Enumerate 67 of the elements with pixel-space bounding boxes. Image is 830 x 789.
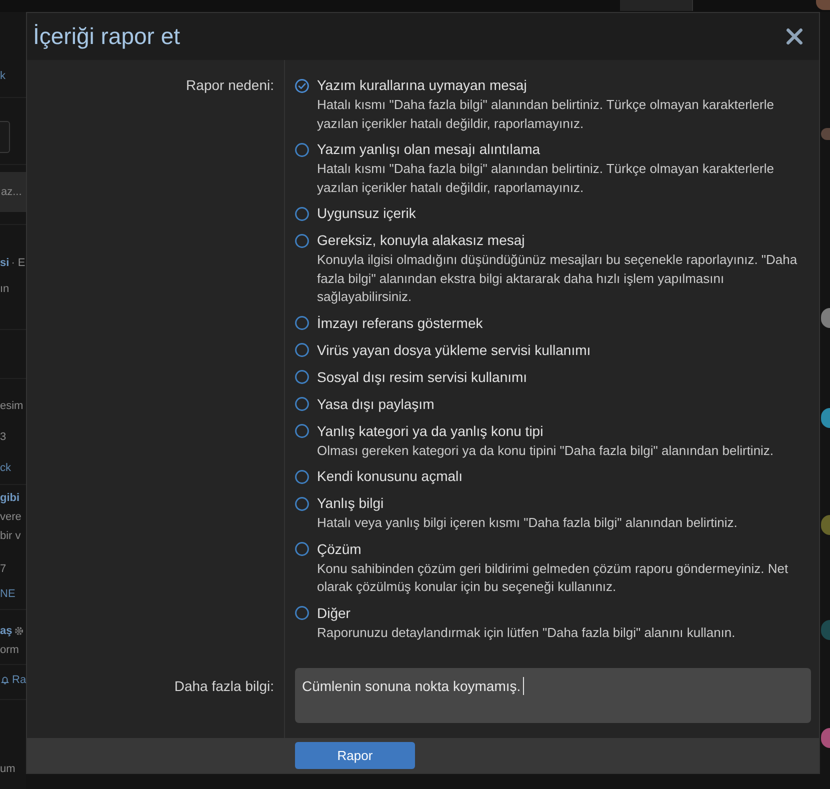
field-label: Daha fazla bilgi: — [174, 678, 274, 694]
bell-icon[interactable] — [0, 675, 10, 685]
option-label[interactable]: Yazım kurallarına uymayan mesaj — [317, 75, 527, 96]
gear-icon[interactable] — [14, 626, 24, 636]
page-text: vere — [0, 510, 22, 524]
radio-button[interactable] — [295, 496, 309, 510]
link[interactable]: ck — [0, 458, 11, 476]
radio-button[interactable] — [295, 397, 309, 411]
option-label[interactable]: Gereksiz, konuyla alakasız mesaj — [317, 230, 525, 251]
radio-button[interactable] — [295, 206, 309, 220]
page-text: 3 — [0, 430, 6, 444]
radio-button[interactable] — [295, 370, 309, 384]
avatar-placeholder — [821, 128, 830, 140]
page-text: um — [0, 762, 16, 777]
option-label[interactable]: Virüs yayan dosya yükleme servisi kullanımı — [317, 340, 591, 360]
radio-button[interactable] — [295, 142, 309, 156]
option-label[interactable]: Yasa dışı paylaşım — [317, 394, 434, 414]
field-label: Rapor nedeni: — [186, 77, 274, 93]
page-text: bir v — [0, 528, 21, 544]
option-label[interactable]: Yanlış kategori ya da yanlış konu tipi — [317, 420, 544, 442]
option-label[interactable]: Çözüm — [317, 538, 362, 560]
avatar-placeholder — [821, 408, 830, 428]
user-link[interactable]: gibi — [0, 488, 20, 506]
option-label[interactable]: İmzayı referans göstermek — [317, 312, 483, 334]
report-button[interactable]: Rapor — [295, 742, 415, 769]
avatar-placeholder — [816, 0, 830, 10]
alerts-link[interactable]: Ra — [12, 671, 26, 689]
page-text: orm — [0, 642, 19, 658]
radio-button[interactable] — [295, 316, 309, 330]
option-label[interactable]: Yazım yanlışı olan mesajı alıntılama — [317, 139, 540, 160]
radio-button[interactable] — [295, 470, 309, 484]
option-label[interactable]: Yanlış bilgi — [317, 493, 384, 514]
avatar-placeholder — [821, 515, 830, 535]
user-link[interactable]: si — [0, 254, 10, 272]
avatar-placeholder — [821, 308, 830, 328]
link[interactable]: k — [0, 67, 6, 85]
page-button[interactable]: az... — [0, 172, 26, 212]
radio-button[interactable] — [295, 542, 309, 556]
radio-button[interactable] — [295, 234, 309, 248]
option-label[interactable]: Uygunsuz içerik — [317, 203, 416, 224]
option-description: Raporunuzu detaylandırmak için lütfen "Daha fazla bilgi" alanını kullanın. — [317, 624, 736, 642]
option-description: Konu sahibinden çözüm geri bildirimi gelmeden çözüm raporu göndermeyiniz. Net olarak çözülmüş konular için bu seçeneği kullanınız. — [317, 560, 790, 596]
radio-button[interactable] — [295, 424, 309, 438]
option-description: Olması gereken kategori ya da konu tipini "Daha fazla bilgi" alanından belirtiniz. — [317, 442, 775, 460]
option-label[interactable]: Diğer — [317, 602, 350, 624]
option-label[interactable]: Sosyal dışı resim servisi kullanımı — [317, 366, 528, 388]
option-label[interactable]: Kendi konusunu açmalı — [317, 466, 463, 487]
avatar-placeholder — [821, 728, 830, 748]
user-link[interactable]: aş — [0, 622, 12, 640]
avatar-placeholder — [821, 620, 830, 640]
option-description: Konuyla ilgisi olmadığını düşündüğünüz mesajları bu seçenekle raporlayınız. "Daha fazla bilgi" alanından ekstra bilgi aktararak daha hızlı işlem yapılmasını sağlayabilirsiniz. — [317, 251, 798, 306]
close-button[interactable] — [786, 28, 803, 45]
more-info-field[interactable]: Cümlenin sonuna nokta koymamış. — [295, 668, 811, 723]
link[interactable]: NE — [0, 584, 16, 602]
page-text: 7 — [0, 562, 6, 576]
page-text: ın — [0, 282, 10, 297]
radio-button[interactable] — [295, 78, 309, 92]
dialog-title: İçeriği rapor et — [33, 23, 180, 50]
page-text: · E — [11, 256, 26, 271]
page-text: esim — [0, 398, 24, 414]
radio-button[interactable] — [295, 606, 309, 620]
option-description: Hatalı kısmı "Daha fazla bilgi" alanından belirtiniz. Türkçe olmayan karakterlerle yazılan içerikler hatalı değildir, raporlamayınız. — [317, 160, 775, 197]
close-icon — [786, 28, 803, 45]
radio-button[interactable] — [295, 343, 309, 357]
search-field[interactable] — [0, 121, 10, 153]
option-description: Hatalı kısmı "Daha fazla bilgi" alanından belirtiniz. Türkçe olmayan karakterlerle yazılan içerikler hatalı değildir, raporlamayınız. — [317, 96, 775, 133]
option-description: Hatalı veya yanlış bilgi içeren kısmı "Daha fazla bilgi" alanından belirtiniz. — [317, 514, 738, 532]
